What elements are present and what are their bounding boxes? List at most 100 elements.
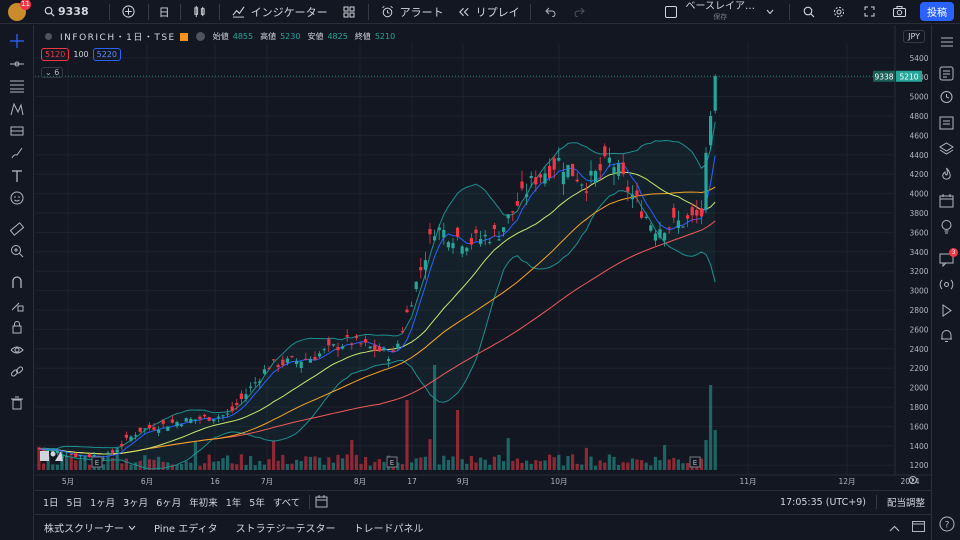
link-icon[interactable]	[9, 364, 25, 380]
currency-label[interactable]: JPY	[903, 30, 925, 43]
lightbulb-icon[interactable]	[938, 218, 955, 235]
play-icon[interactable]	[938, 302, 955, 319]
fullscreen-button[interactable]	[854, 0, 884, 24]
earnings-marker[interactable]: E	[386, 456, 398, 468]
range-6m[interactable]: 6ヶ月	[152, 495, 185, 509]
range-ytd[interactable]: 年初来	[185, 495, 222, 509]
tab-stock-screener[interactable]: 株式スクリーナー	[35, 520, 145, 535]
volume-bar	[534, 460, 538, 470]
chart-pane[interactable]: 5400520050004800460044004200400038003600…	[35, 25, 931, 490]
legend-symbol[interactable]: INFORICH・1日・TSE	[60, 30, 176, 43]
candle-body	[479, 238, 483, 245]
tab-strategy-tester[interactable]: ストラテジーテスター	[227, 520, 345, 535]
ruler-icon[interactable]	[9, 221, 25, 237]
alert-button[interactable]: アラート	[373, 0, 450, 24]
range-1y[interactable]: 1年	[222, 495, 246, 509]
candle-body	[147, 424, 151, 429]
volume-bar	[621, 462, 625, 470]
goto-date-icon[interactable]	[315, 495, 328, 508]
candle-body	[74, 453, 78, 457]
dividend-adjust-button[interactable]: 配当調整	[887, 495, 925, 509]
redo-button[interactable]	[565, 0, 595, 24]
templates-button[interactable]	[334, 0, 364, 24]
clock[interactable]: 17:05:35 (UTC+9)	[780, 497, 866, 508]
chevron-down-icon	[128, 525, 136, 530]
watchlist-icon[interactable]	[938, 65, 955, 82]
earnings-marker[interactable]: E	[689, 456, 701, 468]
candle-body	[437, 227, 441, 231]
fire-icon[interactable]	[938, 166, 955, 183]
volume-bar	[672, 457, 676, 470]
candle-body	[161, 420, 165, 424]
brush-icon[interactable]	[9, 145, 25, 161]
volume-bar	[410, 462, 414, 470]
alarm-icon[interactable]	[938, 88, 955, 105]
symbol-search-button[interactable]: 9338	[34, 0, 95, 24]
volume-bar	[456, 410, 460, 470]
candle-body	[414, 281, 418, 290]
candle-body	[442, 229, 446, 238]
settings-button[interactable]	[824, 0, 854, 24]
replay-button[interactable]: リプレイ	[450, 0, 526, 24]
ask-price[interactable]: 5220	[92, 48, 121, 61]
pattern-icon[interactable]	[9, 101, 25, 117]
chart-type-button[interactable]	[185, 0, 215, 24]
candle-body	[653, 233, 657, 241]
earnings-marker[interactable]: E	[91, 456, 103, 468]
user-avatar[interactable]: 11	[8, 0, 31, 21]
range-1m[interactable]: 1ヶ月	[86, 495, 119, 509]
candle-body	[152, 427, 156, 430]
fullscreen-icon	[860, 3, 878, 21]
magnet-icon[interactable]	[9, 274, 25, 290]
indicators-button[interactable]: インジケーター	[224, 0, 334, 24]
calendar-icon[interactable]	[938, 192, 955, 209]
maximize-icon[interactable]	[912, 521, 925, 535]
range-all[interactable]: すべて	[269, 495, 304, 509]
crosshair-icon[interactable]	[9, 33, 25, 49]
emoji-icon[interactable]	[9, 190, 25, 206]
y-tick-label: 2800	[909, 306, 928, 315]
volume-bar	[488, 464, 492, 470]
range-5y[interactable]: 5年	[245, 495, 269, 509]
chat-icon[interactable]: 3	[938, 248, 958, 268]
text-icon[interactable]	[9, 168, 25, 184]
broadcast-icon[interactable]	[938, 276, 955, 293]
layers-icon[interactable]	[938, 140, 955, 157]
tab-pine-editor[interactable]: Pine エディタ	[145, 520, 227, 535]
help-icon[interactable]: ?	[938, 515, 955, 532]
zoom-in-icon[interactable]	[9, 243, 25, 259]
minus-icon[interactable]	[195, 32, 205, 41]
undo-button[interactable]	[535, 0, 565, 24]
bell-icon[interactable]	[938, 327, 955, 344]
bid-price[interactable]: 5120	[41, 48, 70, 61]
eye-icon[interactable]	[9, 342, 25, 358]
tab-trade-panel[interactable]: トレードパネル	[345, 520, 433, 535]
quick-search-button[interactable]	[794, 0, 824, 24]
news-icon[interactable]	[938, 114, 955, 131]
volume-bar	[313, 456, 317, 470]
fib-icon[interactable]	[9, 78, 25, 94]
lock-icon[interactable]	[9, 319, 25, 335]
menu-icon[interactable]	[938, 33, 955, 50]
candle-body	[603, 146, 607, 157]
trendline-icon[interactable]	[9, 56, 25, 72]
lock-drawing-icon[interactable]	[9, 297, 25, 313]
range-1d[interactable]: 1日	[39, 495, 63, 509]
trash-icon[interactable]	[9, 395, 25, 411]
volume-bar	[350, 439, 354, 470]
range-5d[interactable]: 5日	[63, 495, 87, 509]
top-toolbar: 11 9338 日 インジケーター アラート リプレイ ベースレイア… 保存 投…	[0, 0, 960, 24]
price-chart[interactable]: 5400520050004800460044004200400038003600…	[35, 25, 931, 490]
x-tick-label: 8月	[354, 477, 366, 486]
layout-button[interactable]: ベースレイア… 保存	[656, 0, 786, 24]
publish-button[interactable]: 投稿	[920, 2, 954, 21]
chevron-up-icon[interactable]	[889, 522, 900, 535]
forecast-icon[interactable]	[9, 123, 25, 139]
compare-button[interactable]	[114, 0, 144, 24]
volume-bar	[235, 464, 239, 470]
indicators-toggle[interactable]: ⌄ 6	[41, 67, 64, 78]
low-value: 4825	[327, 32, 348, 41]
interval-button[interactable]: 日	[153, 0, 176, 24]
snapshot-button[interactable]	[884, 0, 914, 24]
range-3m[interactable]: 3ヶ月	[119, 495, 152, 509]
